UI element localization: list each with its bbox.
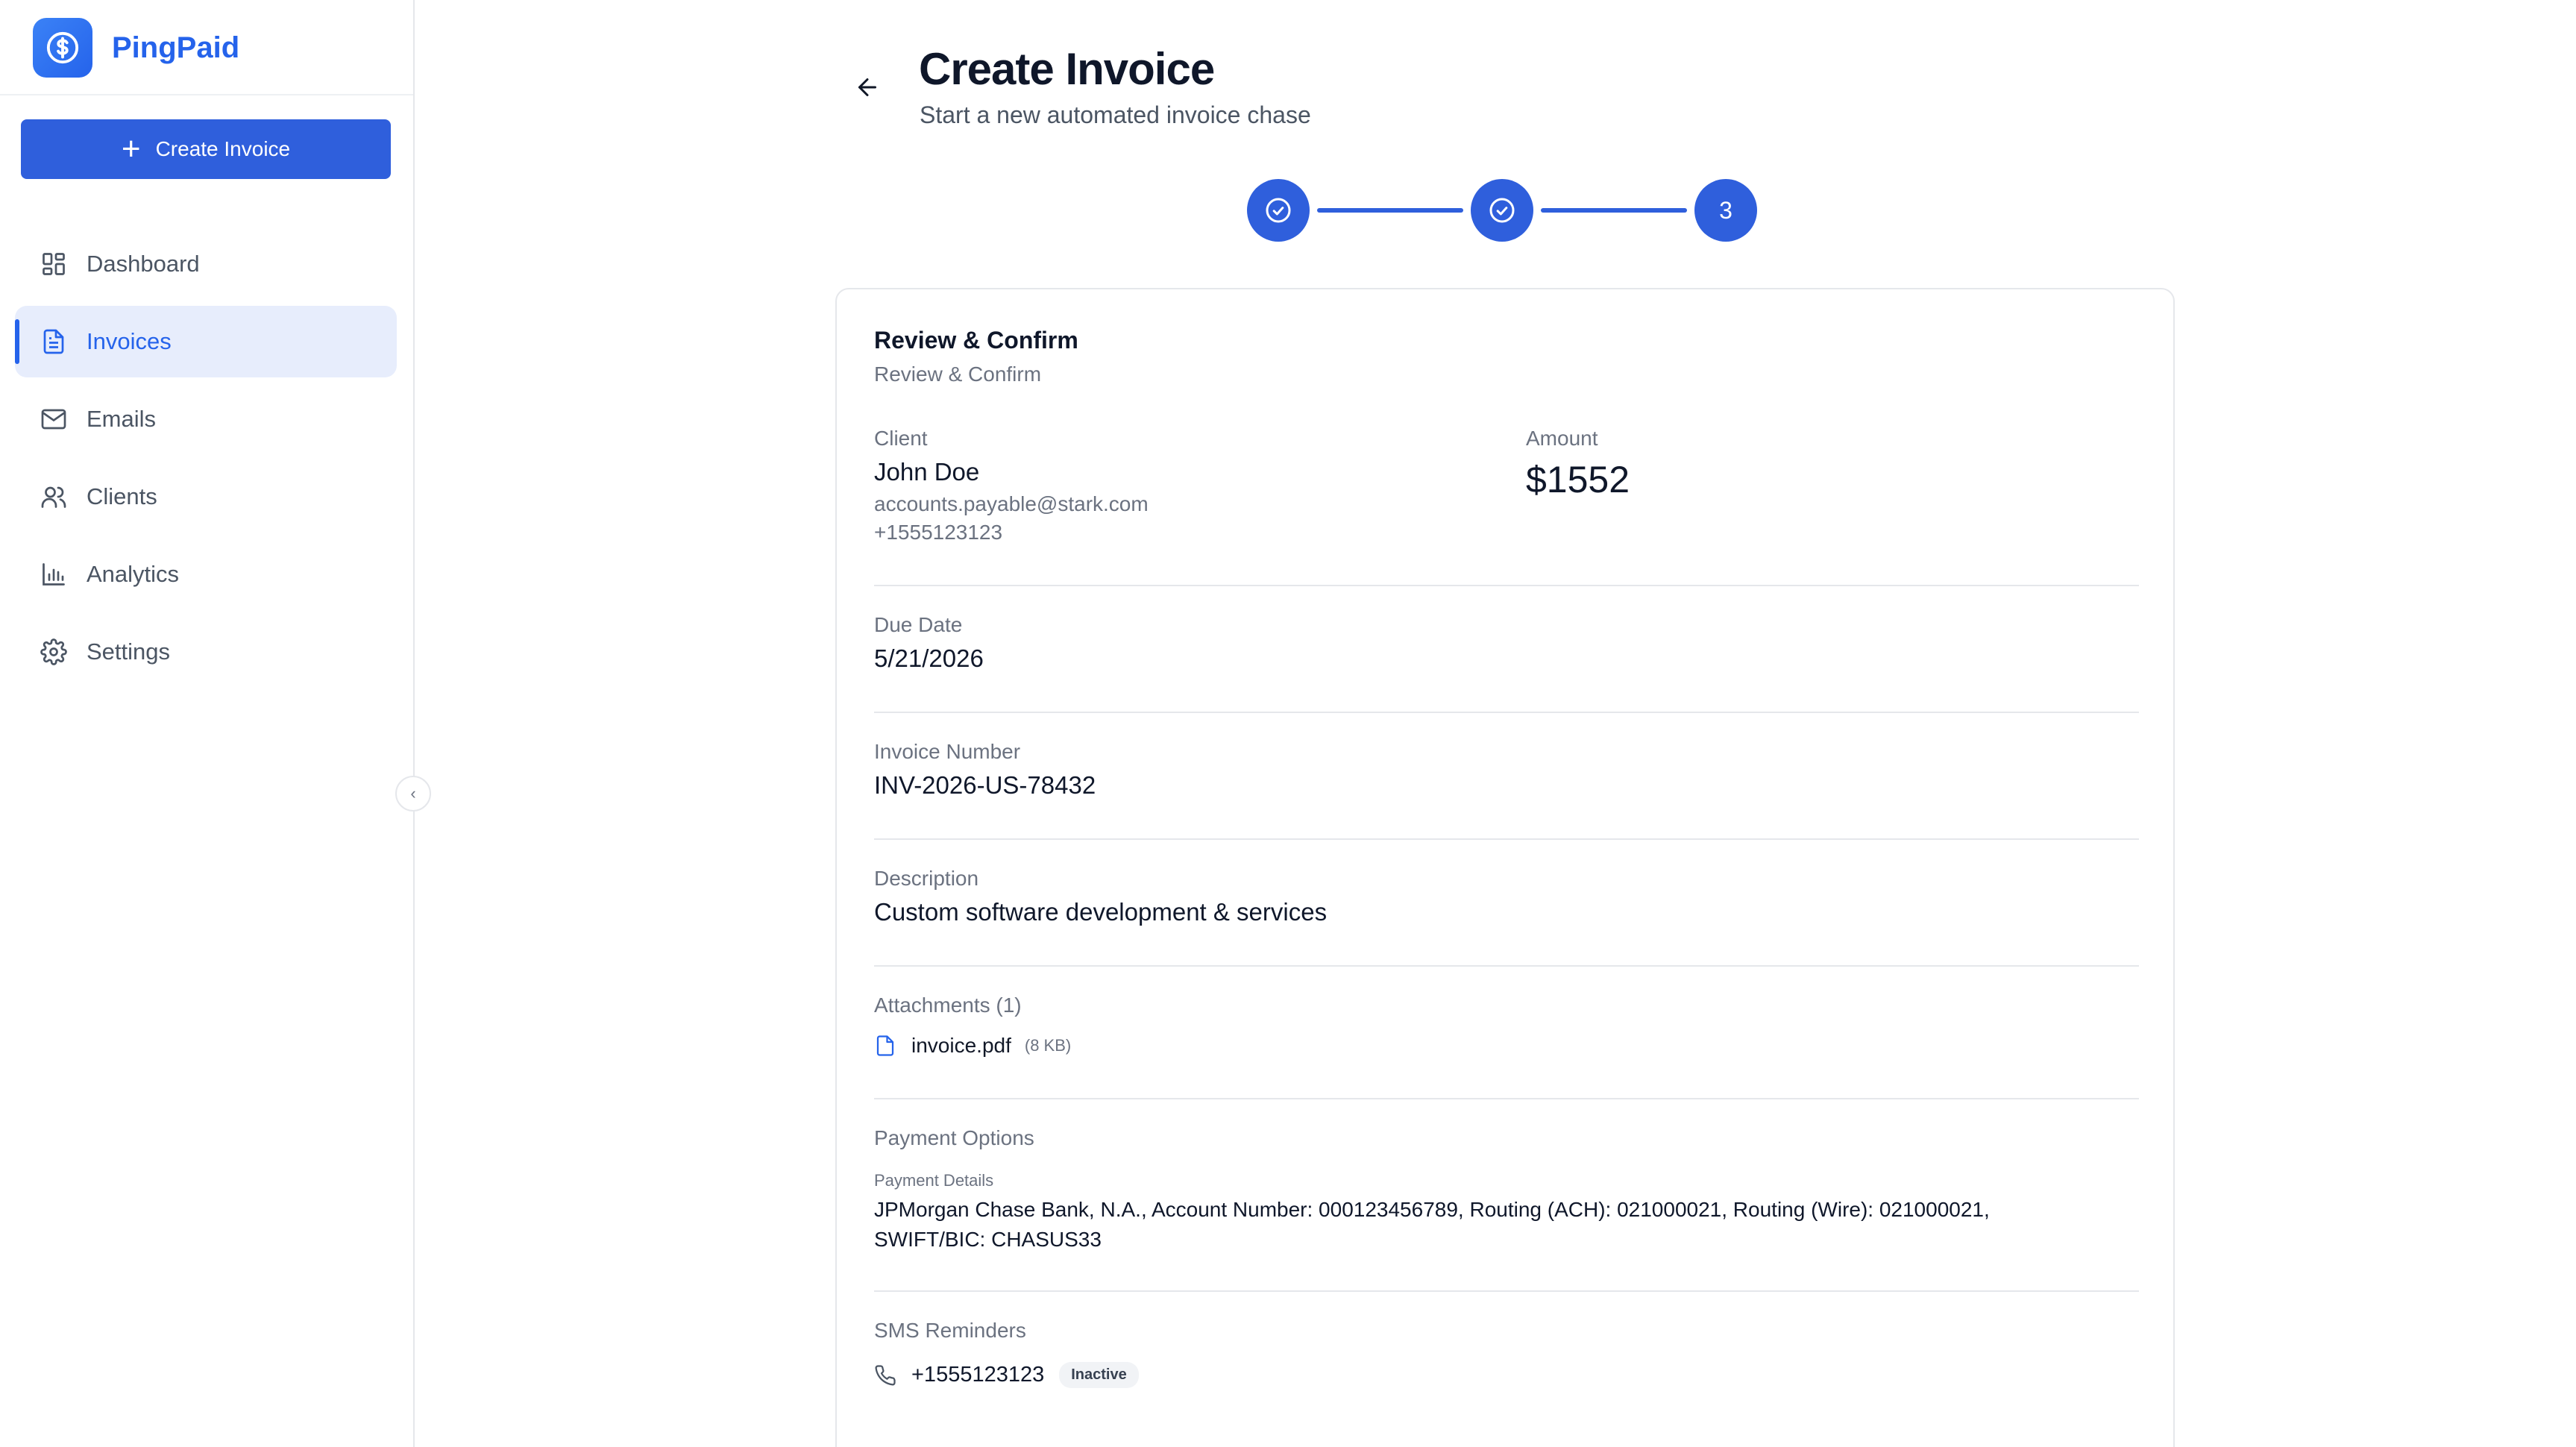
phone-icon bbox=[875, 1364, 896, 1385]
sidebar-item-label: Invoices bbox=[87, 328, 172, 354]
file-text-icon bbox=[39, 327, 69, 357]
plus-icon: + bbox=[121, 131, 141, 167]
attachment-name: invoice.pdf bbox=[911, 1034, 1011, 1057]
sidebar-item-label: Clients bbox=[87, 483, 157, 509]
divider bbox=[874, 1098, 2139, 1099]
description-value: Custom software development & services bbox=[874, 898, 1328, 926]
client-label: Client bbox=[874, 427, 928, 450]
arrow-left-icon bbox=[858, 78, 876, 96]
sidebar-item-clients[interactable]: Clients bbox=[15, 461, 397, 533]
divider bbox=[874, 585, 2139, 586]
dollar-coin-icon bbox=[33, 18, 92, 78]
sms-section: SMS Reminders +1555123123 Inactive bbox=[874, 1319, 2139, 1388]
brand-name: PingPaid bbox=[112, 31, 240, 64]
sidebar-nav: Dashboard Invoices Emails Clients Analyt… bbox=[15, 228, 397, 694]
description-section: Description Custom software development … bbox=[874, 867, 2139, 926]
create-invoice-button[interactable]: + Create Invoice bbox=[21, 119, 391, 179]
check-circle-icon bbox=[1489, 198, 1515, 223]
card-description: Review & Confirm bbox=[874, 362, 1042, 386]
file-icon bbox=[876, 1035, 894, 1056]
sidebar-item-emails[interactable]: Emails bbox=[15, 383, 397, 455]
description-label: Description bbox=[874, 867, 979, 890]
due-date-label: Due Date bbox=[874, 613, 963, 636]
amount-section: Amount $1552 bbox=[1526, 427, 2137, 501]
step-3-current: 3 bbox=[1694, 179, 1757, 242]
sidebar-item-dashboard[interactable]: Dashboard bbox=[15, 228, 397, 300]
sidebar-item-invoices[interactable]: Invoices bbox=[15, 306, 397, 377]
client-email: accounts.payable@stark.com bbox=[874, 492, 1149, 515]
step-1-complete bbox=[1247, 179, 1310, 242]
attachment-item[interactable]: invoice.pdf (8 KB) bbox=[874, 1034, 2139, 1058]
divider bbox=[874, 712, 2139, 713]
step-connector bbox=[1541, 208, 1687, 213]
payment-section: Payment Options Payment Details JPMorgan… bbox=[874, 1126, 2139, 1255]
divider bbox=[874, 838, 2139, 840]
status-badge: Inactive bbox=[1059, 1362, 1139, 1388]
amount-value: $1552 bbox=[1526, 459, 1630, 500]
sms-phone: +1555123123 bbox=[911, 1363, 1045, 1387]
client-phone: +1555123123 bbox=[874, 521, 1003, 544]
sidebar-item-label: Dashboard bbox=[87, 251, 200, 277]
client-name: John Doe bbox=[874, 458, 980, 486]
attachments-label: Attachments (1) bbox=[874, 994, 1022, 1017]
sidebar-item-settings[interactable]: Settings bbox=[15, 616, 397, 688]
invoice-number-label: Invoice Number bbox=[874, 740, 1021, 763]
payment-options-label: Payment Options bbox=[874, 1126, 1034, 1149]
sidebar-item-label: Emails bbox=[87, 406, 157, 432]
attachment-size: (8 KB) bbox=[1024, 1036, 1072, 1055]
mail-icon bbox=[39, 404, 69, 434]
divider bbox=[874, 965, 2139, 967]
step-2-complete bbox=[1471, 179, 1533, 242]
users-icon bbox=[39, 482, 69, 512]
due-date-value: 5/21/2026 bbox=[874, 644, 984, 672]
client-section: Client John Doe accounts.payable@stark.c… bbox=[874, 427, 1501, 544]
sidebar-item-label: Analytics bbox=[87, 561, 180, 587]
invoice-number-value: INV-2026-US-78432 bbox=[874, 771, 1096, 799]
card-title: Review & Confirm bbox=[874, 327, 1078, 354]
sidebar-item-analytics[interactable]: Analytics bbox=[15, 539, 397, 610]
chevron-left-icon: ‹ bbox=[410, 784, 416, 803]
sidebar-divider bbox=[0, 94, 413, 95]
review-card: Review & Confirm Review & Confirm Client… bbox=[835, 288, 2175, 1447]
dashboard-icon bbox=[39, 249, 69, 279]
sidebar-item-label: Settings bbox=[87, 638, 171, 665]
check-circle-icon bbox=[1266, 198, 1291, 223]
sidebar: PingPaid + Create Invoice Dashboard Invo bbox=[0, 0, 415, 1447]
back-button[interactable] bbox=[849, 69, 886, 106]
page-subtitle: Start a new automated invoice chase bbox=[920, 101, 1311, 128]
gear-icon bbox=[39, 637, 69, 667]
stepper: 3 bbox=[1247, 179, 1757, 242]
attachments-section: Attachments (1) invoice.pdf (8 KB) bbox=[874, 994, 2139, 1058]
invoice-number-section: Invoice Number INV-2026-US-78432 bbox=[874, 740, 2139, 800]
bar-chart-icon bbox=[39, 559, 69, 589]
page-title: Create Invoice bbox=[919, 44, 1215, 94]
payment-details-value: JPMorgan Chase Bank, N.A., Account Numbe… bbox=[874, 1198, 1990, 1251]
due-date-section: Due Date 5/21/2026 bbox=[874, 613, 2139, 673]
sms-reminders-label: SMS Reminders bbox=[874, 1319, 1026, 1342]
step-connector bbox=[1317, 208, 1463, 213]
collapse-sidebar-button[interactable]: ‹ bbox=[395, 776, 431, 812]
payment-details-label: Payment Details bbox=[874, 1171, 994, 1190]
amount-label: Amount bbox=[1526, 427, 1598, 450]
sms-row: +1555123123 Inactive bbox=[874, 1362, 2139, 1388]
brand[interactable]: PingPaid bbox=[33, 16, 239, 79]
divider bbox=[874, 1290, 2139, 1292]
create-invoice-label: Create Invoice bbox=[155, 137, 291, 160]
